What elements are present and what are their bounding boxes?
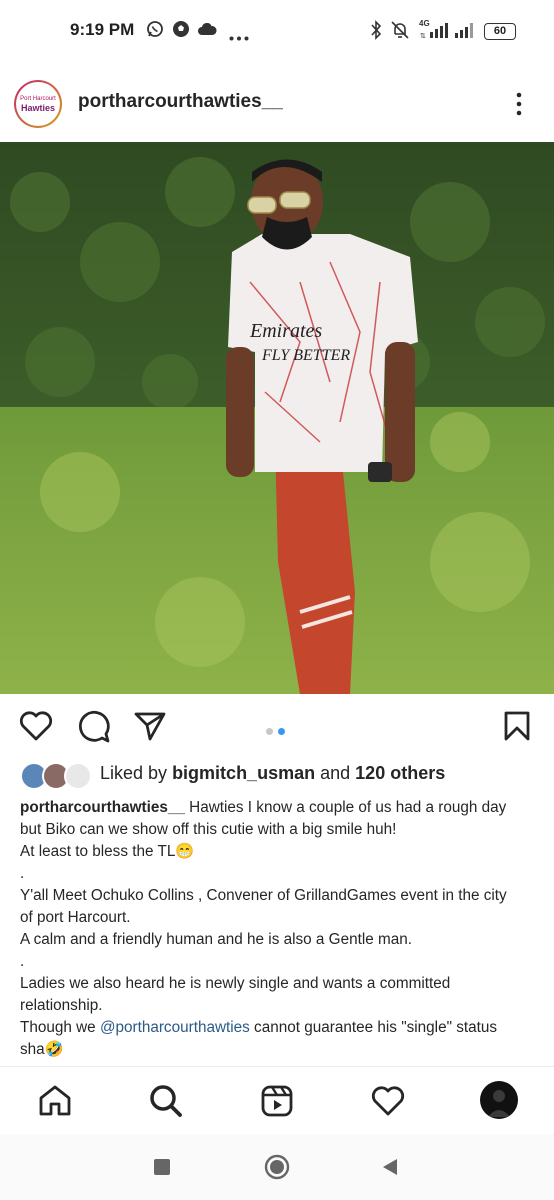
signal-icon xyxy=(454,20,476,45)
svg-text:⇅: ⇅ xyxy=(420,33,426,40)
likes-summary[interactable]: Liked by bigmitch_usman and 120 others xyxy=(100,763,445,784)
cloud-icon xyxy=(197,22,217,41)
soccer-ball-icon xyxy=(172,20,190,43)
caption-line-9: Ladies we also heard he is newly single … xyxy=(20,975,451,992)
svg-text:FLY BETTER: FLY BETTER xyxy=(261,347,350,364)
comment-icon[interactable] xyxy=(77,710,111,749)
home-circle-icon[interactable] xyxy=(264,1154,290,1185)
carousel-indicator xyxy=(266,722,290,740)
account-logo: Port Harcourt Hawties xyxy=(16,82,60,126)
logo-top-text: Port Harcourt xyxy=(20,95,56,102)
recents-square-icon[interactable] xyxy=(154,1159,170,1175)
caption-line-12: sha🤣 xyxy=(20,1041,64,1058)
like-heart-icon[interactable] xyxy=(19,710,53,747)
signal-4g-icon: ⇅ xyxy=(420,20,450,45)
search-icon[interactable] xyxy=(149,1084,183,1123)
system-navigation xyxy=(0,1134,554,1200)
caption-line-2: but Biko can we show off this cutie with… xyxy=(20,821,397,838)
caption-line-11-suffix: cannot guarantee his "single" status xyxy=(249,1019,498,1036)
caption-line-4: . xyxy=(20,865,25,882)
profile-avatar[interactable] xyxy=(480,1081,518,1119)
caption-line-5: Y'all Meet Ochuko Collins , Convener of … xyxy=(20,887,507,904)
save-bookmark-icon[interactable] xyxy=(503,710,531,747)
carousel-dot-1 xyxy=(266,728,273,735)
reels-icon[interactable] xyxy=(260,1084,294,1123)
home-icon[interactable] xyxy=(38,1084,72,1121)
carousel-dot-2-active xyxy=(278,728,285,735)
mute-icon xyxy=(390,20,410,45)
bluetooth-icon xyxy=(370,20,382,45)
activity-heart-icon[interactable] xyxy=(371,1085,405,1122)
caption-username[interactable]: portharcourthawties__ xyxy=(20,799,185,816)
post-header: Port Harcourt Hawties portharcourthawtie… xyxy=(0,64,554,142)
caption-line-8: . xyxy=(20,953,25,970)
caption-line-6: of port Harcourt. xyxy=(20,909,131,926)
caption-line-3: At least to bless the TL😁 xyxy=(20,843,195,860)
post-username[interactable]: portharcourthawties__ xyxy=(78,91,283,113)
likes-middle: and xyxy=(320,763,351,783)
status-time: 9:19 PM xyxy=(70,20,135,39)
caption-line-1: Hawties I know a couple of us had a roug… xyxy=(184,799,507,816)
account-avatar[interactable]: Port Harcourt Hawties xyxy=(14,80,62,128)
post-caption: portharcourthawties__ Hawties I know a c… xyxy=(20,797,540,1061)
caption-line-10: relationship. xyxy=(20,997,103,1014)
battery-indicator: 60 xyxy=(484,23,516,40)
status-bar: 9:19 PM 4G ⇅ 60 xyxy=(0,0,554,64)
share-send-icon[interactable] xyxy=(133,710,167,747)
svg-text:Emirates: Emirates xyxy=(249,320,322,342)
bottom-navigation xyxy=(0,1066,554,1135)
likes-others[interactable]: 120 others xyxy=(355,763,445,783)
likes-prefix: Liked by xyxy=(100,763,168,783)
more-dots-icon xyxy=(229,28,249,46)
liker-avatar-3 xyxy=(64,762,92,790)
back-triangle-icon[interactable] xyxy=(381,1158,399,1181)
more-options-icon[interactable] xyxy=(512,92,526,116)
whatsapp-icon xyxy=(146,20,164,43)
caption-mention-link[interactable]: @portharcourthawties xyxy=(100,1019,250,1036)
caption-line-11-prefix: Though we xyxy=(20,1019,100,1036)
logo-bottom-text: Hawties xyxy=(20,102,55,113)
post-actions xyxy=(0,694,554,756)
likes-user[interactable]: bigmitch_usman xyxy=(172,763,315,783)
post-photo[interactable]: Emirates FLY BETTER xyxy=(0,142,554,694)
caption-line-7: A calm and a friendly human and he is al… xyxy=(20,931,412,948)
